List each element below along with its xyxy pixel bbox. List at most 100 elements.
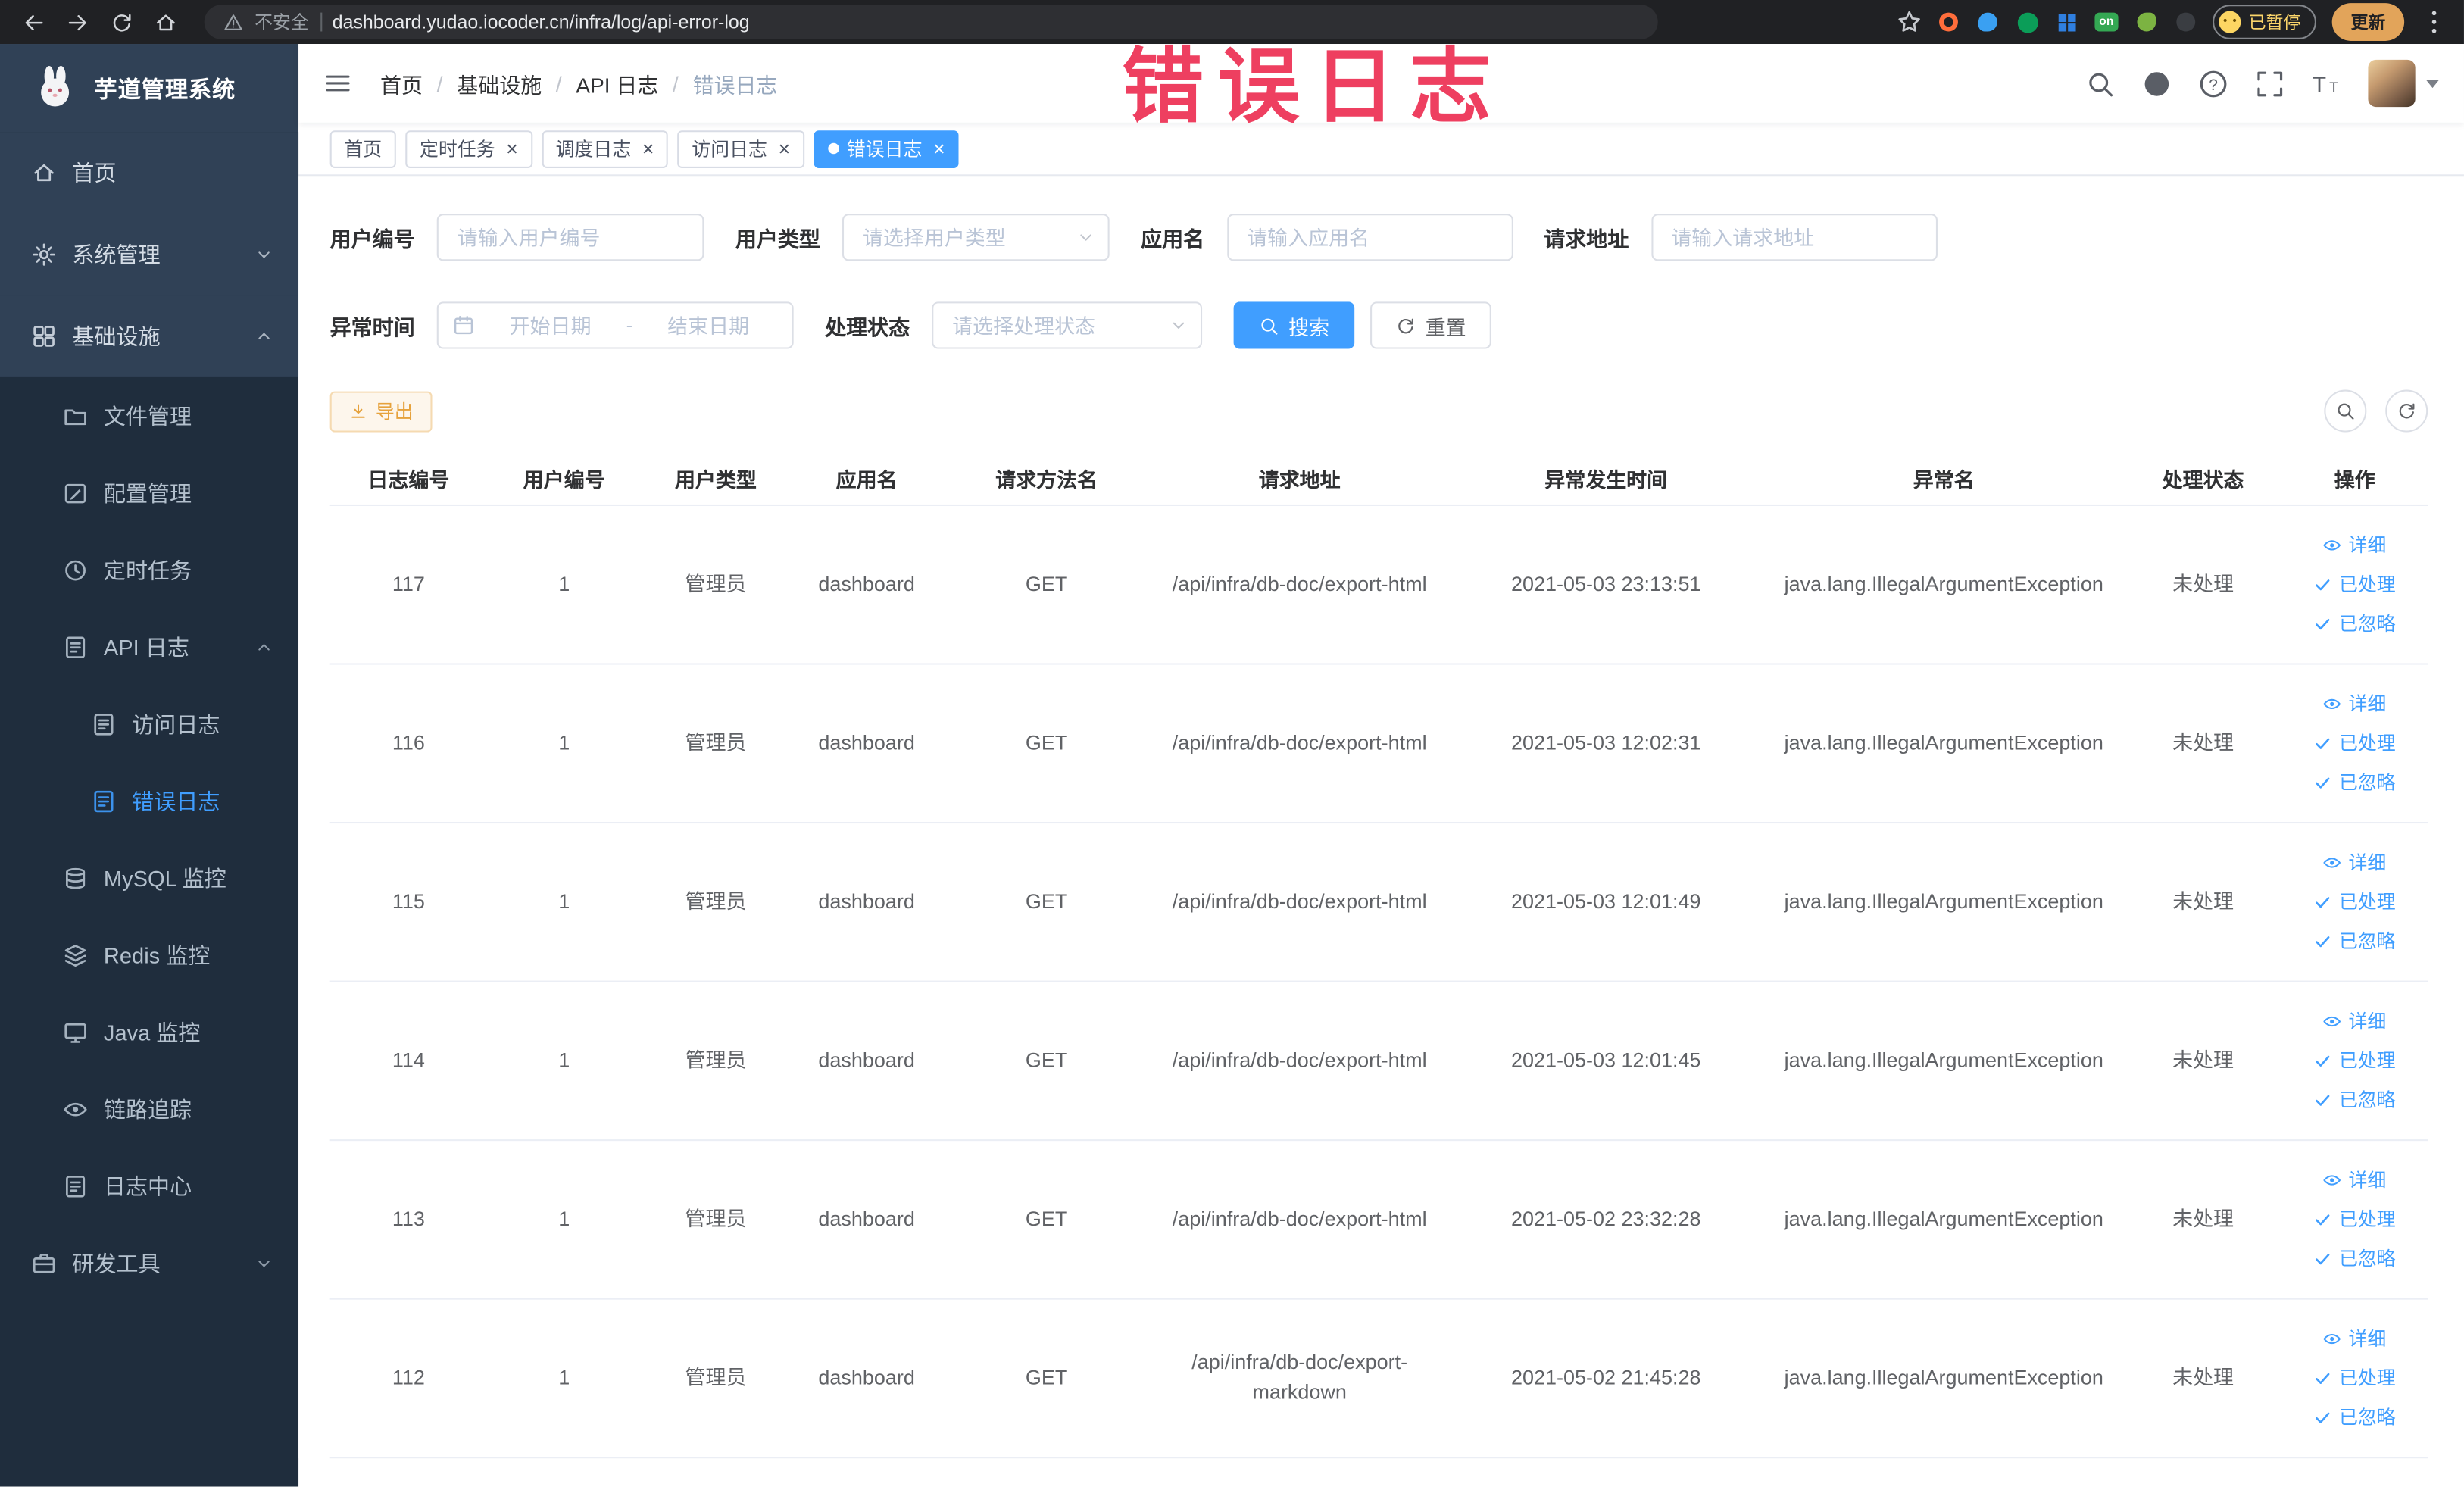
sidebar-item[interactable]: Java 监控: [0, 993, 298, 1070]
browser-update-button[interactable]: 更新: [2331, 3, 2405, 41]
view-tab[interactable]: 定时任务 ×: [405, 130, 532, 167]
extension-icon[interactable]: [2173, 10, 2197, 33]
page-content: 用户编号 用户类型 应用名 请求: [298, 176, 2464, 1459]
row-action-ignored[interactable]: 已忽略: [2314, 923, 2396, 961]
row-action-processed[interactable]: 已处理: [2314, 1042, 2396, 1079]
sidebar-item-label: 配置管理: [103, 480, 192, 505]
close-icon[interactable]: ×: [933, 139, 945, 159]
row-action-detail[interactable]: 详细: [2323, 1320, 2386, 1358]
sidebar-toggle-icon[interactable]: [323, 69, 351, 97]
view-tab[interactable]: 访问日志 ×: [677, 130, 804, 167]
sidebar-item[interactable]: 基础设施: [0, 295, 299, 377]
sidebar-item[interactable]: 研发工具: [0, 1224, 298, 1301]
user-type-select[interactable]: [842, 214, 1110, 261]
row-action-processed[interactable]: 已处理: [2314, 1201, 2396, 1239]
database-icon: [63, 865, 88, 890]
user-id-input[interactable]: [436, 214, 704, 261]
row-action-detail[interactable]: 详细: [2323, 844, 2386, 882]
sidebar-item[interactable]: API 日志: [0, 608, 298, 686]
browser-home-button[interactable]: [145, 3, 186, 41]
extension-icon[interactable]: on: [2094, 10, 2119, 33]
extension-icon[interactable]: [1938, 10, 1961, 33]
sidebar-item[interactable]: Redis 监控: [0, 916, 298, 993]
table-cell: /api/infra/db-doc/export-markdown: [1191, 1350, 1408, 1404]
browser-reload-button[interactable]: [101, 3, 142, 41]
close-icon[interactable]: ×: [778, 139, 790, 159]
github-icon[interactable]: [2142, 68, 2172, 98]
request-url-input[interactable]: [1650, 214, 1937, 261]
row-action-ignored[interactable]: 已忽略: [2314, 764, 2396, 801]
view-tab[interactable]: 首页: [329, 130, 396, 167]
table-header-cell: 异常名: [1913, 468, 1975, 492]
app-name-input[interactable]: [1226, 214, 1513, 261]
gear-icon: [31, 242, 56, 267]
row-action-processed[interactable]: 已处理: [2314, 724, 2396, 762]
row-action-detail[interactable]: 详细: [2323, 686, 2386, 723]
view-tab[interactable]: 错误日志 ×: [814, 130, 960, 167]
close-icon[interactable]: ×: [506, 139, 518, 159]
extension-icon[interactable]: [2055, 10, 2078, 33]
close-icon[interactable]: ×: [642, 139, 654, 159]
process-status-select[interactable]: [932, 301, 1203, 349]
search-button-label: 搜索: [1288, 314, 1330, 339]
chevron-up-icon: [255, 327, 273, 346]
export-button[interactable]: 导出: [329, 390, 433, 432]
row-action-ignored[interactable]: 已忽略: [2314, 1398, 2396, 1436]
sidebar-item[interactable]: 首页: [0, 132, 299, 214]
view-tab[interactable]: 调度日志 ×: [541, 130, 669, 167]
row-action-ignored[interactable]: 已忽略: [2314, 605, 2396, 643]
sidebar-item[interactable]: 访问日志: [0, 686, 298, 763]
paused-extension-badge[interactable]: 已暂停: [2213, 5, 2316, 39]
row-action-detail[interactable]: 详细: [2323, 526, 2386, 564]
date-range-picker[interactable]: -: [436, 301, 794, 349]
filter-form-row-2: 异常时间 - 处理状态: [329, 301, 2433, 349]
app-logo[interactable]: 芋道管理系统: [0, 44, 299, 133]
row-action-ignored[interactable]: 已忽略: [2314, 1081, 2396, 1119]
row-action-detail[interactable]: 详细: [2323, 1161, 2386, 1199]
avatar[interactable]: [2368, 59, 2416, 108]
sidebar-item[interactable]: 日志中心: [0, 1147, 298, 1224]
sidebar-item[interactable]: 定时任务: [0, 531, 298, 608]
row-action-processed[interactable]: 已处理: [2314, 883, 2396, 921]
search-icon[interactable]: [2085, 68, 2115, 98]
reset-button[interactable]: 重置: [1370, 301, 1491, 349]
sidebar-menu: 首页 系统管理 基础设施 文件管理配置管理定时任务 API 日志 访问日志 错误日志 MySQ…: [0, 132, 299, 1486]
table-header-cell: 请求方法名: [995, 468, 1098, 492]
chevron-down-icon: [255, 245, 273, 264]
row-action-processed[interactable]: 已处理: [2314, 566, 2396, 604]
sidebar-item[interactable]: 链路追踪: [0, 1070, 298, 1148]
extension-icon[interactable]: [2134, 10, 2157, 33]
extension-icon[interactable]: [1976, 10, 2000, 33]
browser-back-button[interactable]: [13, 3, 54, 41]
sidebar-item-label: 研发工具: [72, 1250, 161, 1276]
sidebar-item[interactable]: 配置管理: [0, 455, 298, 532]
breadcrumb-item[interactable]: 首页: [380, 67, 423, 98]
row-action-processed[interactable]: 已处理: [2314, 1360, 2396, 1398]
font-size-icon[interactable]: TT: [2312, 68, 2341, 98]
refresh-table-button[interactable]: [2385, 389, 2428, 433]
sidebar-item[interactable]: MySQL 监控: [0, 839, 298, 917]
extension-icon[interactable]: [2016, 10, 2039, 33]
sidebar-item[interactable]: 错误日志: [0, 762, 298, 839]
sidebar-item[interactable]: 文件管理: [0, 377, 298, 455]
start-date-input[interactable]: [480, 313, 620, 338]
row-action-detail[interactable]: 详细: [2323, 1003, 2386, 1041]
check-icon: [2314, 773, 2333, 792]
user-menu[interactable]: [2368, 59, 2439, 108]
help-icon[interactable]: ?: [2198, 68, 2228, 98]
breadcrumb-item[interactable]: API 日志: [576, 67, 658, 98]
search-button[interactable]: 搜索: [1233, 301, 1355, 349]
breadcrumb-item[interactable]: 基础设施: [457, 67, 542, 98]
table-cell: GET: [1025, 571, 1068, 595]
bookmark-star-icon[interactable]: [1897, 9, 1922, 34]
browser-forward-button[interactable]: [57, 3, 98, 41]
eye-icon: [2323, 854, 2342, 873]
sidebar-item[interactable]: 系统管理: [0, 214, 299, 296]
row-action-label: 已处理: [2339, 1049, 2396, 1072]
end-date-input[interactable]: [639, 313, 778, 338]
filter-label-exception-time: 异常时间: [329, 315, 415, 340]
toggle-search-button[interactable]: [2324, 389, 2367, 433]
fullscreen-icon[interactable]: [2255, 68, 2284, 98]
browser-menu-button[interactable]: [2420, 8, 2448, 36]
row-action-ignored[interactable]: 已忽略: [2314, 1240, 2396, 1278]
